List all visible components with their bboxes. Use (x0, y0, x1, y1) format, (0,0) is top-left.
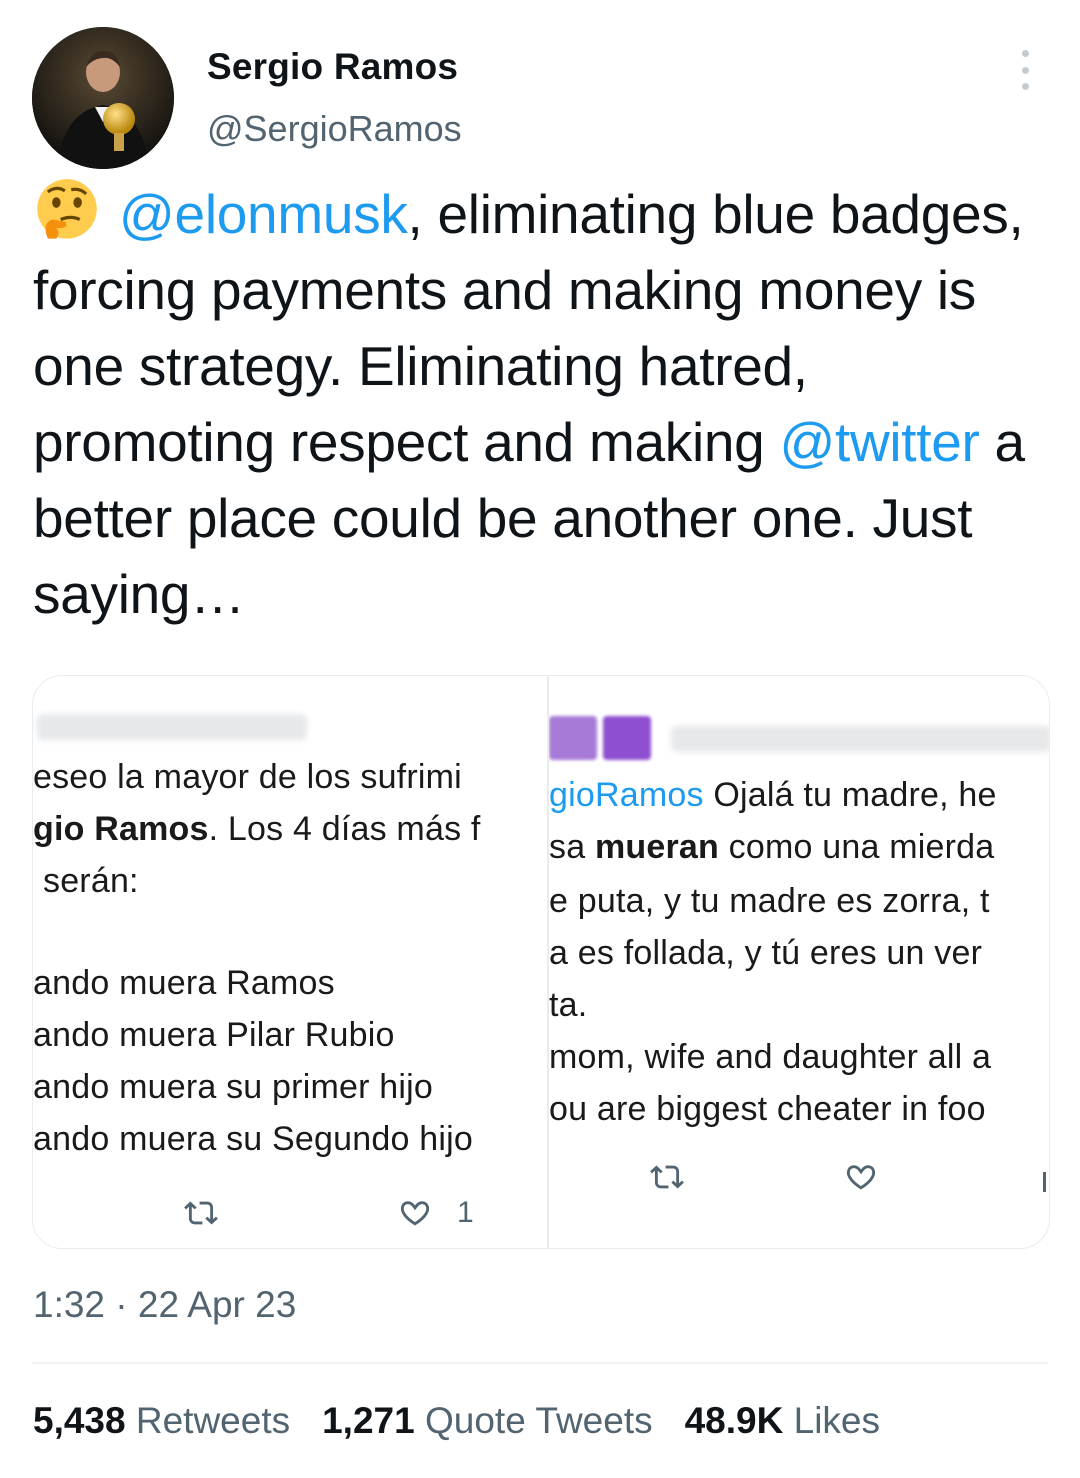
shot-line: gio Ramos. Los 4 días más f (33, 810, 481, 849)
retweets-count: 5,438 (33, 1400, 126, 1441)
tweet-text: @elonmusk, eliminating blue badges, forc… (33, 176, 1063, 632)
blurred-username (37, 714, 307, 740)
likes-count: 48.9K (684, 1400, 784, 1441)
shot-line: ando muera su primer hijo (33, 1068, 433, 1106)
mention-twitter[interactable]: @twitter (779, 411, 979, 473)
media-image-right[interactable]: gioRamos Ojalá tu madre, he sa mueran co… (547, 676, 1049, 1248)
shot-line: ta. (549, 986, 588, 1024)
shot-line: ando muera Pilar Rubio (33, 1016, 395, 1054)
media-image-left[interactable]: eseo la mayor de los sufrimi gio Ramos. … (33, 676, 535, 1248)
shot-line: sa mueran como una mierda (549, 828, 994, 867)
quote-tweets-label: Quote Tweets (424, 1400, 653, 1441)
shot-line-rest: como una mierda (719, 828, 995, 866)
blurred-avatar (603, 716, 651, 760)
quote-tweets-stat[interactable]: 1,271 Quote Tweets (322, 1400, 653, 1442)
retweets-stat[interactable]: 5,438 Retweets (33, 1400, 290, 1442)
shot-bold-word: mueran (594, 828, 719, 866)
shot-line: serán: (43, 862, 139, 900)
retweet-icon (184, 1201, 218, 1225)
quote-tweets-count: 1,271 (322, 1400, 415, 1441)
shot-line: ou are biggest cheater in foo (549, 1090, 986, 1128)
shot-line-start: sa (549, 828, 595, 866)
avatar-photo (32, 27, 174, 169)
heart-icon (846, 1165, 876, 1190)
share-icon-partial (1043, 1172, 1046, 1192)
likes-label: Likes (793, 1400, 881, 1441)
tweet-stats: 5,438 Retweets 1,271 Quote Tweets 48.9K Li… (33, 1400, 880, 1442)
retweet-icon (650, 1165, 684, 1189)
heart-icon (400, 1201, 430, 1226)
media-divider (535, 676, 547, 1248)
shot-line: mom, wife and daughter all a (549, 1038, 992, 1076)
shot-line: ando muera Ramos (33, 964, 335, 1002)
shot-line: ando muera su Segundo hijo (33, 1120, 473, 1158)
author-handle[interactable]: @SergioRamos (207, 108, 462, 150)
shot-line-rest: . Los 4 días más f (208, 810, 481, 848)
more-options-icon[interactable] (1010, 50, 1040, 90)
thinking-face-icon (37, 179, 97, 239)
shot-mention: gioRamos (549, 776, 704, 814)
mention-elonmusk[interactable]: @elonmusk (119, 183, 408, 245)
shot-line: a es follada, y tú eres un ver (549, 934, 983, 972)
shot-line: gioRamos Ojalá tu madre, he (549, 776, 997, 815)
retweets-label: Retweets (135, 1400, 291, 1441)
tweet-timestamp[interactable]: 1:32 · 22 Apr 23 (33, 1284, 296, 1326)
divider (32, 1362, 1048, 1364)
shot-bold-name: gio Ramos (33, 810, 209, 848)
like-count: 1 (457, 1196, 474, 1229)
author-name[interactable]: Sergio Ramos (207, 46, 458, 88)
shot-line: e puta, y tu madre es zorra, t (549, 882, 990, 920)
tweet-media[interactable]: eseo la mayor de los sufrimi gio Ramos. … (32, 675, 1050, 1249)
shot-line: eseo la mayor de los sufrimi (33, 758, 462, 796)
blurred-avatar (549, 716, 597, 760)
avatar[interactable] (32, 27, 174, 169)
likes-stat[interactable]: 48.9K Likes (685, 1400, 880, 1442)
shot-line-rest: Ojalá tu madre, he (703, 776, 997, 814)
blurred-username (671, 726, 1049, 752)
